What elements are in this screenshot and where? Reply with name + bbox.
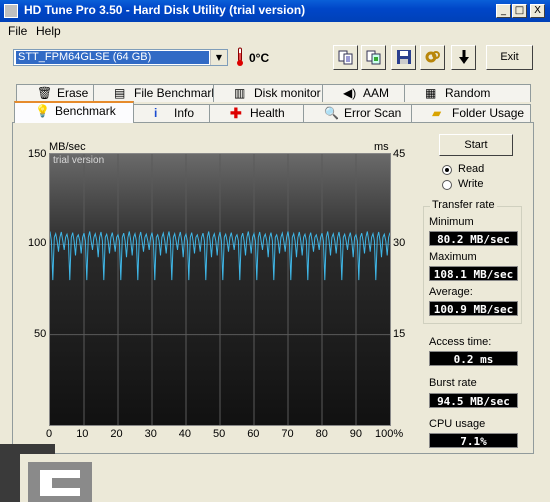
tab-disk-monitor-label: Disk monitor <box>254 86 321 100</box>
minimum-label: Minimum <box>429 216 474 228</box>
options-button[interactable] <box>420 45 445 70</box>
tab-benchmark[interactable]: 💡 Benchmark <box>14 101 134 123</box>
speaker-icon: ◀) <box>343 86 357 100</box>
tab-error-scan-label: Error Scan <box>344 106 402 120</box>
copy-screen-icon <box>366 50 380 65</box>
start-button[interactable]: Start <box>439 134 513 156</box>
maximum-value: 108.1 MB/sec <box>429 266 518 281</box>
x-tick-label: 40 <box>178 428 192 440</box>
minimum-value: 80.2 MB/sec <box>429 231 518 246</box>
app-icon <box>4 4 18 18</box>
drive-select-value: STT_FPM64GLSE (64 GB) <box>16 51 209 64</box>
tab-folder-usage[interactable]: ▰ Folder Usage <box>411 104 531 122</box>
read-radio[interactable] <box>442 165 452 175</box>
down-arrow-icon <box>458 50 469 64</box>
transfer-rate-title: Transfer rate <box>430 199 497 211</box>
left-axis-unit: MB/sec <box>49 141 86 153</box>
tab-aam[interactable]: ◀) AAM <box>322 84 412 102</box>
x-tick-label: 10 <box>76 428 89 440</box>
access-time-value: 0.2 ms <box>429 351 518 366</box>
y-left-tick: 100 <box>28 237 47 249</box>
info-icon: i <box>154 106 158 120</box>
cpu-usage-label: CPU usage <box>429 418 486 430</box>
close-button[interactable]: X <box>530 4 545 18</box>
maximum-label: Maximum <box>429 251 477 263</box>
magnifier-icon: 🔍 <box>324 106 339 120</box>
x-tick-label: 30 <box>144 428 157 440</box>
x-tick-label: 20 <box>110 428 123 440</box>
y-right-tick: 30 <box>393 237 406 249</box>
exit-button[interactable]: Exit <box>486 45 533 70</box>
save-button[interactable] <box>391 45 416 70</box>
site-logo <box>0 444 92 502</box>
drive-select[interactable]: STT_FPM64GLSE (64 GB) ▼ <box>13 49 228 66</box>
transfer-graph: trial version <box>49 153 391 426</box>
health-cross-icon: ✚ <box>230 105 242 121</box>
tab-health[interactable]: ✚ Health <box>209 104 309 122</box>
tab-folder-usage-label: Folder Usage <box>452 106 525 120</box>
disk-monitor-icon: ▥ <box>234 86 246 100</box>
maximize-button[interactable]: □ <box>512 4 527 18</box>
tab-file-benchmark-label: File Benchmark <box>134 86 218 100</box>
average-value: 100.9 MB/sec <box>429 301 518 316</box>
right-axis-unit: ms <box>374 141 389 153</box>
tab-info[interactable]: i Info <box>133 104 213 122</box>
average-label: Average: <box>429 286 473 298</box>
benchmark-icon: 💡 <box>35 104 50 118</box>
burst-rate-label: Burst rate <box>429 377 477 389</box>
x-tick-label: 100% <box>375 428 404 440</box>
tab-error-scan[interactable]: 🔍 Error Scan <box>303 104 418 122</box>
chevron-down-icon[interactable]: ▼ <box>210 50 227 65</box>
title-bar[interactable]: HD Tune Pro 3.50 - Hard Disk Utility (tr… <box>0 0 550 22</box>
copy-text-button[interactable] <box>333 45 358 70</box>
write-radio[interactable] <box>442 180 452 190</box>
folder-icon: ▰ <box>432 106 442 120</box>
tab-health-label: Health <box>250 106 285 120</box>
tab-aam-label: AAM <box>363 86 390 100</box>
x-tick-label: 70 <box>281 428 294 440</box>
options-icon <box>425 51 440 63</box>
tab-disk-monitor[interactable]: ▥ Disk monitor <box>213 84 328 102</box>
tab-random-access[interactable]: ▦ Random Access <box>404 84 531 116</box>
cpu-usage-value: 7.1% <box>429 433 518 448</box>
random-access-icon: ▦ <box>425 86 437 100</box>
menu-file[interactable]: File <box>8 24 27 38</box>
transfer-graph-svg <box>50 154 390 425</box>
copy-screenshot-button[interactable] <box>361 45 386 70</box>
x-tick-label: 0 <box>46 428 53 440</box>
file-benchmark-icon: ▤ <box>114 86 126 100</box>
y-left-tick: 50 <box>34 328 47 340</box>
tab-info-label: Info <box>174 106 195 120</box>
x-tick-label: 60 <box>247 428 260 440</box>
copy-text-icon <box>338 50 352 65</box>
trash-icon: 🗑 <box>37 86 53 100</box>
x-tick-label: 50 <box>213 428 226 440</box>
y-right-tick: 15 <box>393 328 406 340</box>
access-time-label: Access time: <box>429 336 492 348</box>
menu-bar: File Help <box>0 22 550 39</box>
y-left-tick: 150 <box>28 148 47 160</box>
x-tick-label: 90 <box>349 428 363 440</box>
tab-file-benchmark[interactable]: ▤ File Benchmark <box>93 84 223 102</box>
save-icon <box>396 50 411 64</box>
menu-help[interactable]: Help <box>36 24 61 38</box>
thermometer-icon <box>237 47 243 66</box>
read-radio-label[interactable]: Read <box>458 163 484 175</box>
tab-benchmark-label: Benchmark <box>55 104 116 118</box>
minimize-button[interactable]: _ <box>496 4 511 18</box>
move-down-button[interactable] <box>451 45 476 70</box>
trial-watermark: trial version <box>53 155 105 166</box>
window-title: HD Tune Pro 3.50 - Hard Disk Utility (tr… <box>24 3 306 17</box>
y-right-tick: 45 <box>393 148 406 160</box>
write-radio-label[interactable]: Write <box>458 178 483 190</box>
burst-rate-value: 94.5 MB/sec <box>429 393 518 408</box>
temperature-readout: 0°C <box>249 51 270 65</box>
tab-erase-label: Erase <box>57 86 89 100</box>
app-window: HD Tune Pro 3.50 - Hard Disk Utility (tr… <box>0 0 550 502</box>
x-tick-label: 80 <box>315 428 328 440</box>
